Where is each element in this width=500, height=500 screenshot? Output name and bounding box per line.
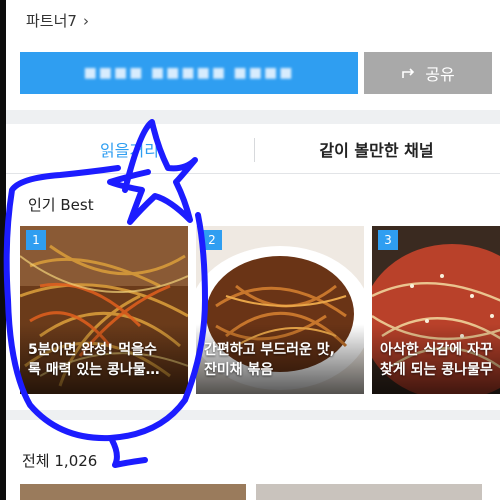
post-thumbnail-row <box>20 484 500 500</box>
tab-related-channels[interactable]: 같이 볼만한 채널 <box>253 124 500 173</box>
tab-reading[interactable]: 읽을거리 <box>6 124 253 173</box>
tab-separator <box>254 138 255 162</box>
popular-card[interactable]: 1 5분이면 완성! 먹을수 록 매력 있는 콩나물… <box>20 226 188 394</box>
popular-card[interactable]: 2 간편하고 부드러운 맛, 잔미채 볶음 <box>196 226 364 394</box>
section-divider <box>6 110 500 124</box>
all-posts-count: 전체 1,026 <box>22 450 97 471</box>
card-caption: 간편하고 부드러운 맛, 잔미채 볶음 <box>204 342 335 378</box>
subscribe-button-label: ■■■■ ■■■■■ ■■■■ <box>83 65 295 81</box>
card-caption: 아삭한 식감에 자꾸 찾게 되는 콩나물무 <box>380 342 493 378</box>
tab-related-channels-label: 같이 볼만한 채널 <box>319 140 434 160</box>
post-thumbnail[interactable] <box>256 484 482 500</box>
chevron-right-icon: › <box>82 11 89 30</box>
tab-bar: 읽을거리 같이 볼만한 채널 <box>6 124 500 174</box>
card-caption: 5분이면 완성! 먹을수 록 매력 있는 콩나물… <box>28 342 160 378</box>
post-thumbnail[interactable] <box>20 484 246 500</box>
share-button[interactable]: 공유 <box>364 52 492 94</box>
all-posts-number: 1,026 <box>54 452 98 470</box>
subscribe-button[interactable]: ■■■■ ■■■■■ ■■■■ <box>20 52 358 94</box>
section-divider <box>6 410 500 420</box>
share-button-label: 공유 <box>425 65 455 84</box>
rank-badge: 2 <box>202 230 222 250</box>
popular-section-title: 인기 Best <box>28 196 94 214</box>
app-screen: 파트너7 › ■■■■ ■■■■■ ■■■■ 공유 읽을거리 같이 볼만한 채널… <box>6 0 500 500</box>
partner-label: 파트너7 <box>26 12 77 30</box>
rank-badge: 1 <box>26 230 46 250</box>
tab-reading-label: 읽을거리 <box>100 140 159 160</box>
share-icon <box>402 68 415 78</box>
popular-card[interactable]: 3 아삭한 식감에 자꾸 찾게 되는 콩나물무 <box>372 226 500 394</box>
rank-badge: 3 <box>378 230 398 250</box>
popular-card-list: 1 5분이면 완성! 먹을수 록 매력 있는 콩나물… 2 간편하고 부드러운 … <box>20 226 500 396</box>
cropped-text-line <box>26 0 306 5</box>
partner-link[interactable]: 파트너7 › <box>26 10 89 31</box>
all-posts-label: 전체 <box>22 452 50 470</box>
